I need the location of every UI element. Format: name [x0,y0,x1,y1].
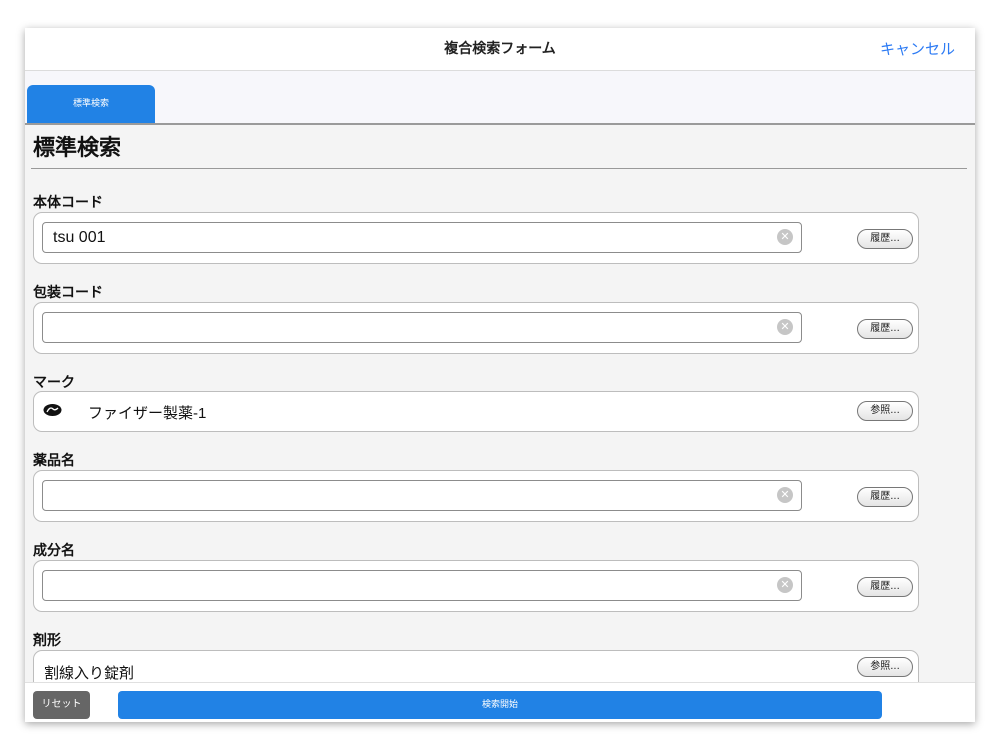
body-code-history-button[interactable]: 履歴... [857,229,913,249]
reset-button[interactable]: リセット [33,691,90,719]
drug-name-label: 薬品名 [33,453,75,469]
section-title: 標準検索 [33,136,122,161]
drug-name-input[interactable] [42,480,802,511]
drug-name-group: ✕ 履歴... [33,470,919,522]
dosage-form-label: 剤形 [33,633,61,649]
mark-value[interactable]: ファイザー製薬-1 [88,402,206,423]
package-code-input[interactable] [42,312,802,343]
package-code-group: ✕ 履歴... [33,302,919,354]
pfizer-logo-icon [43,404,62,416]
ingredient-name-group: ✕ 履歴... [33,560,919,612]
nav-bar: 複合検索フォーム キャンセル [25,28,975,71]
body-code-input[interactable] [42,222,802,253]
dosage-form-browse-button[interactable]: 参照... [857,657,913,677]
ingredient-name-history-button[interactable]: 履歴... [857,577,913,597]
package-code-history-button[interactable]: 履歴... [857,319,913,339]
clear-icon[interactable]: ✕ [777,229,793,245]
section-divider [31,168,967,169]
tab-bar: 標準検索 [25,71,975,125]
page-title: 複合検索フォーム [444,41,556,57]
clear-icon[interactable]: ✕ [777,487,793,503]
mark-group: ファイザー製薬-1 参照... [33,391,919,432]
search-form-window: 複合検索フォーム キャンセル 標準検索 標準検索 本体コード ✕ 履歴... 包… [25,28,975,722]
bottom-toolbar: リセット 検索開始 [25,682,975,722]
start-search-button[interactable]: 検索開始 [118,691,882,719]
dosage-form-value[interactable]: 割線入り錠剤 [44,662,134,683]
clear-icon[interactable]: ✕ [777,577,793,593]
tab-standard-search[interactable]: 標準検索 [27,85,155,123]
package-code-label: 包装コード [33,285,103,301]
mark-label: マーク [33,375,75,391]
mark-browse-button[interactable]: 参照... [857,401,913,421]
drug-name-history-button[interactable]: 履歴... [857,487,913,507]
body-code-label: 本体コード [33,195,103,211]
body-code-group: ✕ 履歴... [33,212,919,264]
clear-icon[interactable]: ✕ [777,319,793,335]
ingredient-name-input[interactable] [42,570,802,601]
ingredient-name-label: 成分名 [33,543,75,559]
cancel-button[interactable]: キャンセル [880,28,955,70]
